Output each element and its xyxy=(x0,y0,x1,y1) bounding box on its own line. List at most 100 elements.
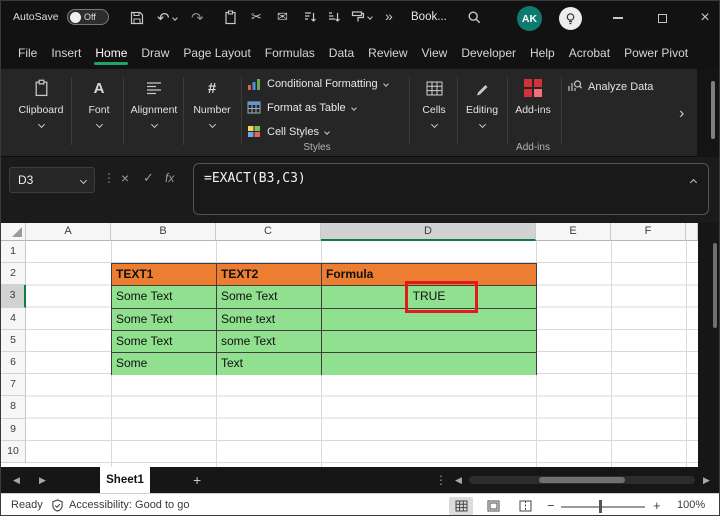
cell-B4[interactable]: Some Text xyxy=(112,308,217,330)
menu-tab-view[interactable]: View xyxy=(415,37,455,67)
menu-tab-draw[interactable]: Draw xyxy=(134,37,176,67)
save-button[interactable] xyxy=(129,10,145,26)
cell-B2[interactable]: TEXT1 xyxy=(112,264,217,286)
zoom-slider-track[interactable] xyxy=(561,506,645,508)
formula-input[interactable]: =EXACT(B3,C3) xyxy=(193,163,709,215)
menu-tab-acrobat[interactable]: Acrobat xyxy=(562,37,617,67)
menu-tab-developer[interactable]: Developer xyxy=(454,37,523,67)
drag-handle-icon[interactable]: ⋮ xyxy=(103,171,115,185)
menu-tab-formulas[interactable]: Formulas xyxy=(258,37,322,67)
menu-tab-home[interactable]: Home xyxy=(88,37,134,67)
sort-ascending-button[interactable] xyxy=(303,10,317,24)
ribbon-more-button[interactable]: › xyxy=(679,105,684,123)
cell-D5[interactable] xyxy=(322,330,536,352)
sheet-tab-sheet1[interactable]: Sheet1 xyxy=(100,467,150,493)
scrollbar-thumb[interactable] xyxy=(539,477,625,483)
format-painter-button[interactable] xyxy=(351,10,373,24)
cell-C2[interactable]: TEXT2 xyxy=(217,264,322,286)
row-header-5[interactable]: 5 xyxy=(1,329,26,352)
ribbon-group-number[interactable]: # Number xyxy=(187,75,237,137)
normal-view-button[interactable] xyxy=(449,497,473,515)
analyze-data-button[interactable]: Analyze Data xyxy=(567,79,653,94)
ribbon-group-editing[interactable]: Editing xyxy=(459,75,505,137)
hscroll-right-button[interactable]: ▶ xyxy=(703,475,710,486)
row-header-9[interactable]: 9 xyxy=(1,418,26,441)
cell-B5[interactable]: Some Text xyxy=(112,330,217,352)
cell-styles-button[interactable]: Cell Styles xyxy=(247,125,330,138)
column-header-c[interactable]: C xyxy=(216,223,321,241)
tab-options-icon[interactable]: ⋮ xyxy=(435,473,447,487)
close-button[interactable]: × xyxy=(691,5,719,31)
undo-button[interactable]: ↶ xyxy=(157,9,178,27)
ribbon-group-cells[interactable]: Cells xyxy=(413,75,455,137)
menu-tab-insert[interactable]: Insert xyxy=(44,37,88,67)
zoom-level[interactable]: 100% xyxy=(677,499,705,511)
format-as-table-button[interactable]: Format as Table xyxy=(247,101,357,114)
ribbon-scrollbar[interactable] xyxy=(697,69,719,157)
zoom-out-button[interactable]: − xyxy=(547,498,555,513)
page-break-view-button[interactable] xyxy=(513,497,537,515)
column-header-a[interactable]: A xyxy=(26,223,111,241)
collapse-formula-bar-icon[interactable] xyxy=(689,178,698,187)
column-header-d[interactable]: D xyxy=(321,223,536,241)
sort-descending-button[interactable] xyxy=(327,10,341,24)
row-header-6[interactable]: 6 xyxy=(1,352,26,375)
column-header-f[interactable]: F xyxy=(611,223,686,241)
menu-tab-review[interactable]: Review xyxy=(361,37,414,67)
insert-function-button[interactable]: fx xyxy=(165,171,174,185)
zoom-in-button[interactable]: + xyxy=(653,498,661,513)
cell-B6[interactable]: Some xyxy=(112,352,217,376)
maximize-button[interactable] xyxy=(647,5,677,31)
cell-C3[interactable]: Some Text xyxy=(217,286,322,308)
ribbon-group-alignment[interactable]: Alignment xyxy=(127,75,181,137)
vertical-scrollbar[interactable] xyxy=(698,223,719,467)
horizontal-scrollbar[interactable] xyxy=(469,476,695,484)
column-header-b[interactable]: B xyxy=(111,223,216,241)
more-commands-button[interactable]: » xyxy=(385,8,393,24)
page-layout-view-button[interactable] xyxy=(481,497,505,515)
cell-C6[interactable]: Text xyxy=(217,352,322,376)
row-header-8[interactable]: 8 xyxy=(1,396,26,419)
autosave-toggle[interactable]: Off xyxy=(67,9,109,25)
conditional-formatting-button[interactable]: Conditional Formatting xyxy=(247,77,389,91)
row-header-4[interactable]: 4 xyxy=(1,307,26,330)
hscroll-left-button[interactable]: ◀ xyxy=(455,475,462,486)
ribbon-group-addins[interactable]: Add-ins xyxy=(509,75,557,137)
sheet-nav-prev-button[interactable]: ◀ xyxy=(13,475,20,486)
sheet-nav-next-button[interactable]: ▶ xyxy=(39,475,46,486)
paste-button[interactable] xyxy=(223,10,238,25)
new-sheet-button[interactable]: + xyxy=(193,472,201,488)
cell-C5[interactable]: some Text xyxy=(217,330,322,352)
cut-button[interactable]: ✂ xyxy=(251,10,262,23)
cancel-formula-button[interactable]: × xyxy=(121,170,129,186)
menu-tab-file[interactable]: File xyxy=(11,37,44,67)
confirm-formula-button[interactable]: ✓ xyxy=(143,170,154,186)
search-button[interactable] xyxy=(467,10,482,25)
row-header-2[interactable]: 2 xyxy=(1,263,26,286)
cell-B3[interactable]: Some Text xyxy=(112,286,217,308)
cell-C4[interactable]: Some text xyxy=(217,308,322,330)
row-header-1[interactable]: 1 xyxy=(1,241,26,264)
zoom-slider-thumb[interactable] xyxy=(599,500,602,513)
accessibility-status[interactable]: Accessibility: Good to go xyxy=(69,499,189,511)
ribbon-group-font[interactable]: A Font xyxy=(77,75,121,137)
name-box[interactable]: D3 xyxy=(9,167,95,193)
row-header-10[interactable]: 10 xyxy=(1,440,26,463)
select-all-corner[interactable] xyxy=(1,223,26,241)
tips-button[interactable] xyxy=(559,7,582,30)
ribbon-group-clipboard[interactable]: Clipboard xyxy=(15,75,67,137)
minimize-button[interactable] xyxy=(603,5,633,31)
cell-D6[interactable] xyxy=(322,352,536,376)
menu-tab-help[interactable]: Help xyxy=(523,37,562,67)
mail-button[interactable]: ✉ xyxy=(277,10,288,23)
menu-tab-page-layout[interactable]: Page Layout xyxy=(176,37,257,67)
scrollbar-thumb[interactable] xyxy=(711,81,715,139)
menu-tab-power-pivot[interactable]: Power Pivot xyxy=(617,37,695,67)
column-header-e[interactable]: E xyxy=(536,223,611,241)
row-header-7[interactable]: 7 xyxy=(1,374,26,397)
menu-tab-data[interactable]: Data xyxy=(322,37,361,67)
account-avatar[interactable]: AK xyxy=(517,6,542,31)
scrollbar-thumb[interactable] xyxy=(713,243,717,328)
redo-button[interactable]: ↷ xyxy=(191,9,204,27)
row-header-3[interactable]: 3 xyxy=(1,285,26,308)
